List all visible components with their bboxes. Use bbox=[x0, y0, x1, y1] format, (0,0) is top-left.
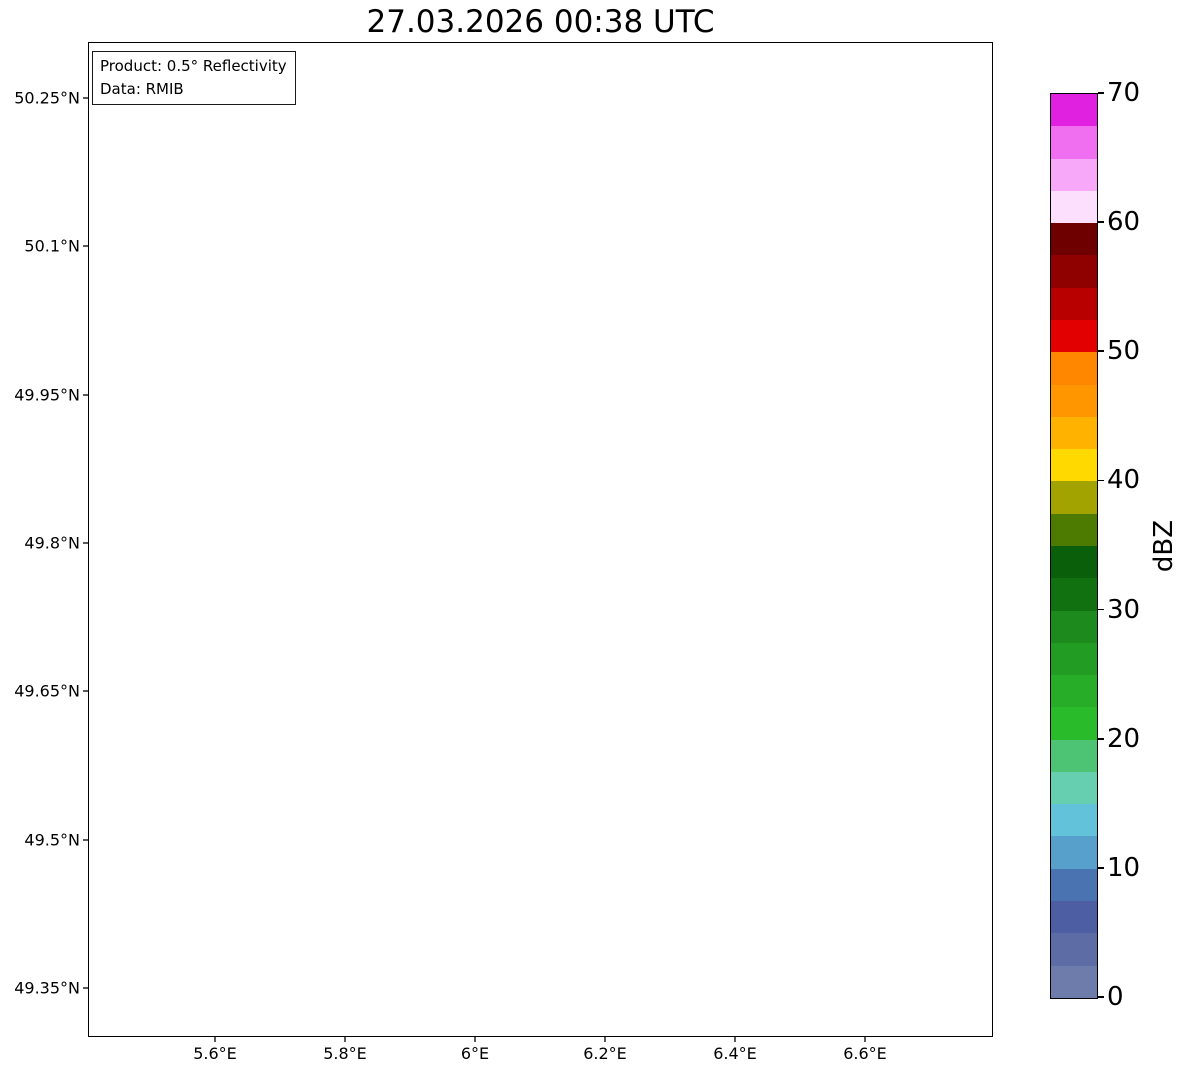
clutter-speck bbox=[67, 486, 69, 489]
colorbar-segment bbox=[1051, 707, 1097, 740]
y-tick-label: 49.35°N bbox=[14, 978, 80, 998]
colorbar-segment bbox=[1051, 513, 1097, 546]
x-tick-label: 6.2°E bbox=[583, 1044, 627, 1063]
colorbar-tick-mark bbox=[1098, 867, 1104, 869]
colorbar-tick-mark bbox=[1098, 996, 1104, 998]
colorbar-tick-label: 30 bbox=[1107, 594, 1141, 625]
clutter-speck bbox=[70, 460, 75, 466]
y-tick-label: 49.65°N bbox=[14, 681, 80, 701]
colorbar-segment bbox=[1051, 416, 1097, 450]
clutter-speck bbox=[75, 494, 77, 497]
product-info-box: Product: 0.5° Reflectivity Data: RMIB bbox=[92, 51, 296, 105]
clutter-speck bbox=[52, 416, 57, 421]
colorbar-segment bbox=[1051, 352, 1097, 385]
colorbar-unit-label: dBZ bbox=[1149, 519, 1179, 573]
colorbar-segment bbox=[1051, 642, 1097, 676]
colorbar-tick-label: 40 bbox=[1107, 465, 1141, 496]
clutter-speck bbox=[72, 490, 76, 495]
colorbar-segment bbox=[1051, 94, 1097, 127]
colorbar-tick-mark bbox=[1098, 737, 1104, 740]
colorbar-tick-label: 60 bbox=[1107, 207, 1141, 238]
colorbar-segment bbox=[1051, 545, 1097, 579]
colorbar-segment bbox=[1051, 965, 1097, 998]
colorbar-segment bbox=[1051, 384, 1097, 417]
colorbar-segment bbox=[1051, 868, 1097, 902]
colorbar-segment bbox=[1051, 319, 1097, 353]
clutter-speck bbox=[72, 415, 77, 423]
colorbar-segment bbox=[1051, 578, 1097, 611]
product-label: Product: 0.5° Reflectivity bbox=[100, 57, 287, 75]
colorbar-segment bbox=[1051, 449, 1097, 482]
colorbar-tick-mark bbox=[1098, 92, 1104, 94]
colorbar-segment bbox=[1051, 610, 1097, 643]
clutter-speck bbox=[67, 431, 71, 435]
clutter-speck bbox=[63, 365, 66, 369]
colorbar-segment bbox=[1051, 126, 1097, 159]
x-tick-label: 5.8°E bbox=[323, 1044, 367, 1063]
y-tick-label: 50.1°N bbox=[24, 236, 80, 256]
colorbar-tick-label: 0 bbox=[1107, 982, 1124, 1012]
colorbar-tick-mark bbox=[1098, 608, 1104, 611]
y-tick-label: 50.25°N bbox=[14, 88, 80, 108]
colorbar-segment bbox=[1051, 481, 1097, 514]
y-tick-label: 49.5°N bbox=[24, 830, 80, 850]
radar-map-page: 27.03.2026 00:38 UTC WiltzEttelbruckFind… bbox=[0, 0, 1184, 1081]
y-tick-label: 49.8°N bbox=[24, 533, 80, 553]
colorbar-segment bbox=[1051, 190, 1097, 224]
x-tick-label: 5.6°E bbox=[193, 1044, 237, 1063]
map-plot-frame bbox=[88, 42, 993, 1037]
colorbar-tick-label: 20 bbox=[1107, 723, 1141, 754]
colorbar-segment bbox=[1051, 675, 1097, 708]
colorbar-tick-label: 10 bbox=[1107, 852, 1141, 883]
colorbar-tick-label: 50 bbox=[1107, 336, 1141, 367]
colorbar-tick-mark bbox=[1098, 221, 1104, 223]
colorbar bbox=[1050, 93, 1098, 999]
colorbar-segment bbox=[1051, 933, 1097, 966]
colorbar-segment bbox=[1051, 255, 1097, 288]
x-tick-label: 6°E bbox=[460, 1044, 490, 1063]
data-source-label: Data: RMIB bbox=[100, 79, 184, 98]
colorbar-segment bbox=[1051, 739, 1097, 772]
colorbar-segment bbox=[1051, 901, 1097, 934]
x-tick-label: 6.4°E bbox=[713, 1044, 757, 1063]
colorbar-tick-label: 70 bbox=[1107, 78, 1141, 108]
colorbar-segment bbox=[1051, 158, 1097, 191]
x-tick-label: 6.6°E bbox=[843, 1044, 887, 1063]
colorbar-segment bbox=[1051, 287, 1097, 320]
colorbar-segment bbox=[1051, 804, 1097, 837]
y-tick-label: 49.95°N bbox=[14, 385, 80, 405]
colorbar-tick-mark bbox=[1098, 479, 1104, 482]
colorbar-segment bbox=[1051, 223, 1097, 256]
colorbar-segment bbox=[1051, 836, 1097, 869]
colorbar-tick-mark bbox=[1098, 350, 1104, 353]
colorbar-segment bbox=[1051, 771, 1097, 805]
